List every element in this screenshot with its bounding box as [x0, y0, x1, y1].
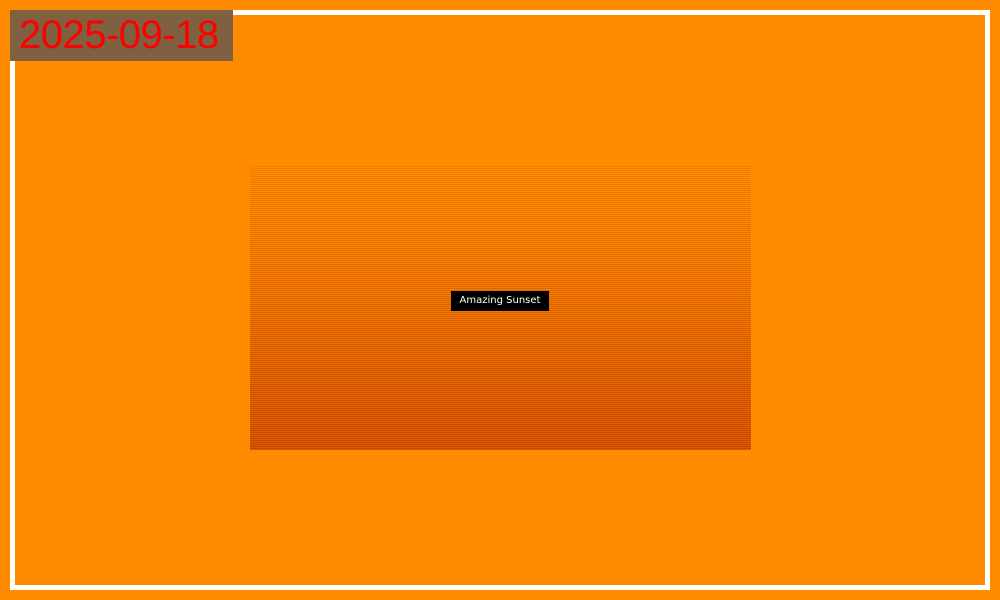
image-caption: Amazing Sunset	[451, 291, 549, 311]
date-stamp: 2025-09-18	[10, 10, 233, 61]
